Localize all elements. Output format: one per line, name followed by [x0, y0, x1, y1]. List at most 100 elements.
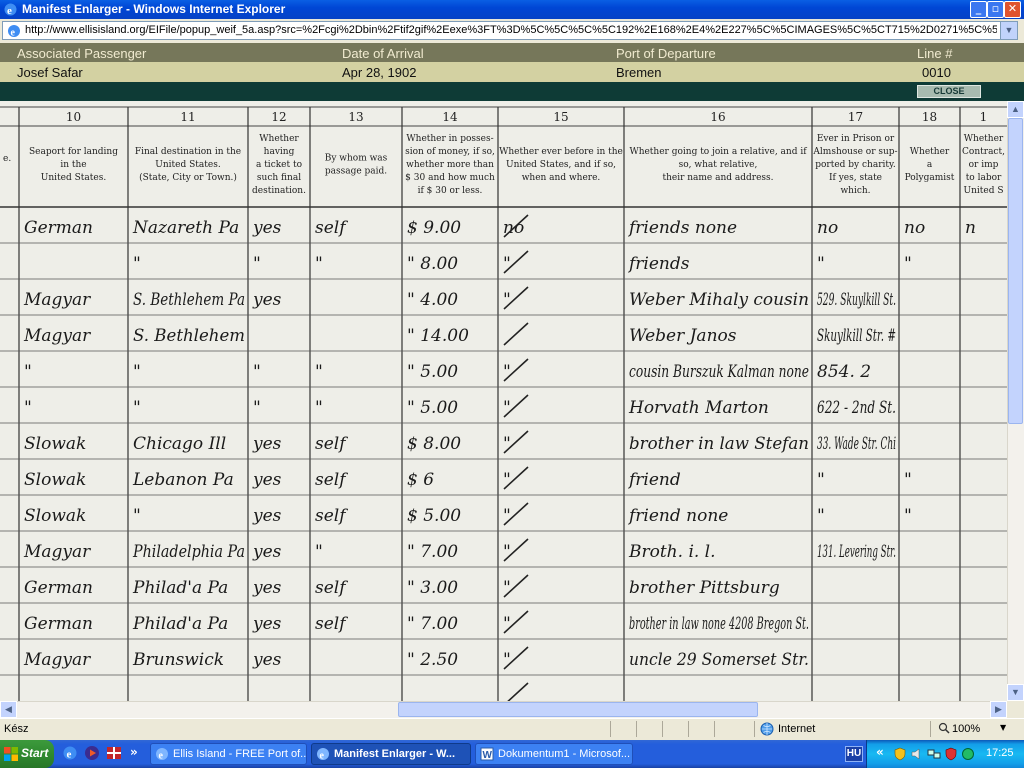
minimize-button[interactable]: _: [970, 1, 987, 18]
tray-expand-icon[interactable]: «: [876, 745, 884, 759]
page-icon: e: [8, 25, 20, 38]
handwritten-entry: ": [24, 398, 32, 418]
window-title: Manifest Enlarger - Windows Internet Exp…: [22, 2, 286, 16]
column-header-line: Polygamist: [905, 173, 955, 183]
url-text[interactable]: http://www.ellisisland.org/EIFile/popup_…: [25, 24, 997, 36]
handwritten-entry: ": [904, 506, 912, 526]
task-manifest-enlarger[interactable]: e Manifest Enlarger - W...: [311, 743, 471, 765]
scroll-left-icon[interactable]: ◀: [0, 701, 17, 718]
column-header-line: such final: [257, 173, 301, 183]
handwritten-entry: German: [24, 614, 93, 634]
column-header-line: a ticket to: [256, 160, 302, 170]
ie-quicklaunch-icon[interactable]: e: [62, 745, 78, 761]
column-header-line: if $ 30 or less.: [418, 186, 483, 196]
handwritten-entry: yes: [252, 506, 282, 526]
handwritten-entry: cousin Burszuk Kalman none: [629, 362, 809, 382]
handwritten-entry: ": [24, 362, 32, 382]
handwritten-entry: yes: [252, 290, 282, 310]
task-ellis-island[interactable]: e Ellis Island - FREE Port of...: [150, 743, 307, 765]
column-number: 1: [980, 110, 988, 124]
tray-shield-icon[interactable]: [893, 747, 907, 761]
column-header-line: (State, City or Town.): [139, 172, 237, 183]
media-player-icon[interactable]: [84, 745, 100, 761]
handwritten-entry: S. Bethlehem: [133, 326, 245, 346]
column-number: 15: [553, 110, 568, 124]
handwritten-entry: ": [315, 542, 323, 562]
handwritten-entry: " 5.00: [407, 362, 458, 382]
scroll-corner: [1007, 701, 1024, 718]
handwritten-entry: Chicago Ill: [133, 434, 226, 454]
handwritten-entry: ": [315, 398, 323, 418]
handwritten-entry: " 7.00: [407, 614, 458, 634]
handwritten-entry: Brunswick: [132, 650, 224, 670]
column-header-line: sion of money, if so,: [405, 147, 495, 157]
scroll-right-icon[interactable]: ▶: [990, 701, 1007, 718]
quicklaunch-more-icon[interactable]: »: [130, 745, 138, 759]
svg-text:e: e: [7, 5, 12, 17]
column-header-line: Whether: [964, 134, 1004, 144]
close-window-button[interactable]: CLOSE WINDOW: [917, 85, 981, 107]
horizontal-scroll-thumb[interactable]: [398, 702, 758, 717]
column-header-line: destination.: [252, 186, 306, 196]
handwritten-entry: Weber Mihaly cousin: [629, 290, 809, 310]
column-header-line: Ever in Prison or: [817, 134, 895, 144]
scroll-up-icon[interactable]: ▲: [1007, 101, 1024, 118]
handwritten-entry: Magyar: [23, 326, 91, 346]
ie-logo-icon: e: [4, 3, 17, 17]
tray-network-icon[interactable]: [927, 747, 941, 761]
tray-app-icon[interactable]: [961, 747, 975, 761]
flag-icon[interactable]: [106, 745, 122, 761]
column-header-line: which.: [840, 186, 870, 196]
zoom-icon[interactable]: [938, 722, 950, 734]
handwritten-entry: ": [133, 254, 141, 274]
column-header-line: ported by charity.: [815, 160, 896, 170]
handwritten-entry: self: [315, 578, 348, 598]
column-number: 12: [271, 110, 286, 124]
column-header-line: or imp: [969, 160, 999, 170]
manifest-sheet: 10 11 12 13 14 15 16 17 18 1 e. Seaport for landing…: [0, 101, 1007, 701]
handwritten-entry: yes: [252, 614, 282, 634]
close-button[interactable]: ✕: [1004, 1, 1021, 18]
column-header-line: whether more than: [406, 160, 494, 170]
handwritten-entry: brother Pittsburg: [629, 578, 780, 598]
handwritten-entry: Philadelphia Pa: [132, 542, 245, 562]
task-word-document[interactable]: W Dokumentum1 - Microsof...: [475, 743, 633, 765]
passenger-name: Josef Safar: [17, 65, 83, 80]
handwritten-entry: Philad'a Pa: [132, 578, 228, 598]
handwritten-entry: Magyar: [23, 650, 91, 670]
handwritten-entry: 622 - 2nd St.: [817, 398, 896, 418]
address-dropdown-icon[interactable]: ▼: [1000, 22, 1017, 39]
column-header-line: Whether in posses-: [406, 134, 493, 144]
handwritten-entry: yes: [252, 650, 282, 670]
task-label: Manifest Enlarger - W...: [334, 748, 456, 760]
maximize-button[interactable]: ▫: [987, 1, 1004, 18]
start-label[interactable]: Start: [21, 746, 48, 760]
handwritten-entry: Horvath Marton: [628, 398, 769, 418]
handwritten-entry: yes: [252, 434, 282, 454]
security-zone: Internet: [778, 723, 816, 735]
zoom-dropdown-icon[interactable]: ▼: [1000, 723, 1006, 732]
scroll-down-icon[interactable]: ▼: [1007, 684, 1024, 701]
column-header-line: Seaport for landing: [29, 147, 118, 157]
column-header-line: having: [264, 147, 295, 157]
tray-security-icon[interactable]: [944, 747, 958, 761]
language-indicator[interactable]: HU: [845, 746, 863, 762]
handwritten-entry: Broth. i. l.: [628, 542, 716, 562]
tray-speaker-icon[interactable]: [910, 747, 924, 761]
handwritten-entry: yes: [252, 578, 282, 598]
column-number: 11: [180, 110, 195, 124]
address-field[interactable]: e http://www.ellisisland.org/EIFile/popu…: [2, 21, 1018, 40]
handwritten-entry: friends none: [627, 218, 737, 238]
handwritten-entry: brother in law Stefan: [629, 434, 809, 454]
zoom-level[interactable]: 100%: [952, 723, 980, 735]
handwritten-entry: German: [24, 218, 93, 238]
column-header-line: passage paid.: [325, 167, 387, 177]
handwritten-entry: n: [965, 218, 976, 238]
handwritten-entry: Lebanon Pa: [132, 470, 234, 490]
handwritten-entry: yes: [252, 218, 282, 238]
label-port-of-departure: Port of Departure: [616, 46, 716, 61]
handwritten-entry: ": [133, 398, 141, 418]
vertical-scroll-thumb[interactable]: [1008, 118, 1023, 424]
column-header-line: to labor: [966, 173, 1002, 183]
handwritten-entry: Slowak: [24, 470, 86, 490]
